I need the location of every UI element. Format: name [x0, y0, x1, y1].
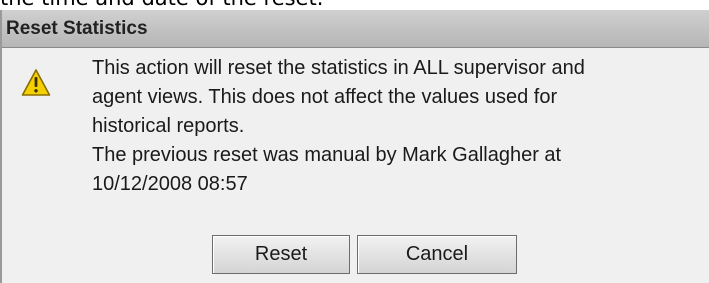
message-line: The previous reset was manual by Mark Ga…: [92, 144, 562, 166]
page-context-text: the time and date of the reset.: [0, 0, 323, 10]
message-line: agent views. This does not affect the va…: [92, 86, 558, 108]
message-line: historical reports.: [92, 115, 245, 137]
cancel-button[interactable]: Cancel: [357, 235, 517, 274]
message-line: This action will reset the statistics in…: [92, 57, 585, 79]
reset-statistics-dialog: Reset Statistics This action will reset …: [0, 10, 709, 283]
reset-button[interactable]: Reset: [212, 235, 350, 274]
dialog-message: This action will reset the statistics in…: [92, 54, 704, 199]
dialog-title: Reset Statistics: [6, 18, 148, 39]
dialog-title-bar[interactable]: Reset Statistics: [2, 10, 709, 48]
message-line: 10/12/2008 08:57: [92, 173, 248, 195]
warning-icon: [21, 69, 51, 96]
